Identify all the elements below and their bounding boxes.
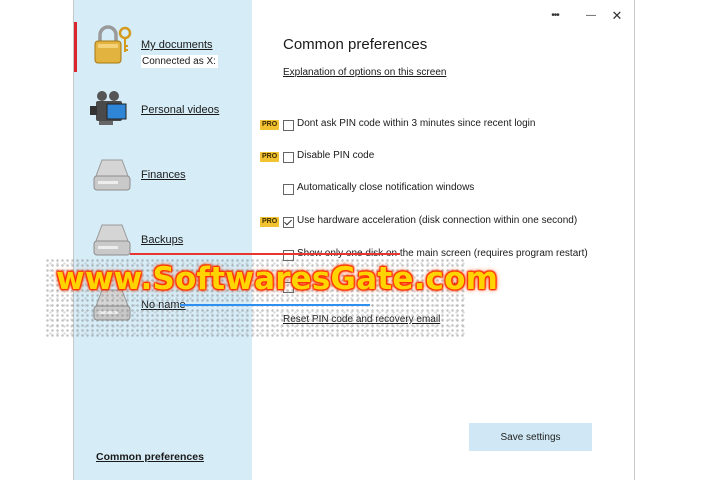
video-camera-icon xyxy=(90,91,127,125)
sidebar-item-label: Backups xyxy=(141,234,184,246)
option-label[interactable]: Use hardware acceleration (disk connecti… xyxy=(297,215,577,226)
option-label[interactable]: Disable PIN code xyxy=(297,150,374,161)
option-auto-close-notifications: Automatically close notification windows xyxy=(260,182,620,198)
pro-badge: PRO xyxy=(260,152,280,162)
option-dont-ask-pin: PRO Dont ask PIN code within 3 minutes s… xyxy=(260,118,620,134)
disk-drive-icon xyxy=(93,224,131,256)
reset-pin-link[interactable]: Reset PIN code and recovery email xyxy=(283,314,440,325)
page-title: Common preferences xyxy=(283,36,428,53)
sidebar-item-label: My documents xyxy=(141,39,213,51)
connection-status: Connected as X: xyxy=(141,55,218,68)
save-settings-button[interactable]: Save settings xyxy=(469,423,592,451)
sidebar-item-label: Personal videos xyxy=(141,104,220,116)
more-options-button[interactable]: ••• xyxy=(545,8,565,24)
option-checkbox[interactable] xyxy=(283,217,294,228)
padlock-keys-icon xyxy=(94,25,132,64)
watermark-line-blue xyxy=(180,304,370,306)
watermark-line-red xyxy=(130,253,400,255)
sidebar-item-label: No name xyxy=(141,299,186,311)
option-hardware-acceleration: PRO Use hardware acceleration (disk conn… xyxy=(260,215,620,231)
sidebar-item-backups[interactable]: Backups xyxy=(90,217,250,267)
pro-badge: PRO xyxy=(260,120,280,130)
option-checkbox[interactable] xyxy=(283,184,294,195)
sidebar-item-my-documents[interactable]: My documents Connected as X: xyxy=(90,22,250,72)
sidebar-item-personal-videos[interactable]: Personal videos xyxy=(90,87,250,137)
active-item-marker xyxy=(74,22,77,72)
sidebar-item-label: Finances xyxy=(141,169,186,181)
common-preferences-link[interactable]: Common preferences xyxy=(96,451,204,463)
disk-drive-icon xyxy=(93,159,131,191)
sidebar: My documents Connected as X: Personal vi… xyxy=(74,0,252,480)
explanation-link[interactable]: Explanation of options on this screen xyxy=(283,67,446,78)
pro-badge: PRO xyxy=(260,217,280,227)
option-checkbox[interactable] xyxy=(283,152,294,163)
watermark-text: www.SoftwaresGate.com xyxy=(56,261,499,297)
sidebar-item-finances[interactable]: Finances xyxy=(90,152,250,202)
option-checkbox[interactable] xyxy=(283,120,294,131)
option-label[interactable]: Automatically close notification windows xyxy=(297,182,474,193)
option-disable-pin: PRO Disable PIN code xyxy=(260,150,620,166)
option-checkbox[interactable] xyxy=(283,250,294,261)
close-button[interactable]: ✕ xyxy=(607,8,627,24)
app-window: My documents Connected as X: Personal vi… xyxy=(73,0,635,480)
minimize-button[interactable]: — xyxy=(581,8,601,24)
option-label[interactable]: Dont ask PIN code within 3 minutes since… xyxy=(297,118,535,129)
